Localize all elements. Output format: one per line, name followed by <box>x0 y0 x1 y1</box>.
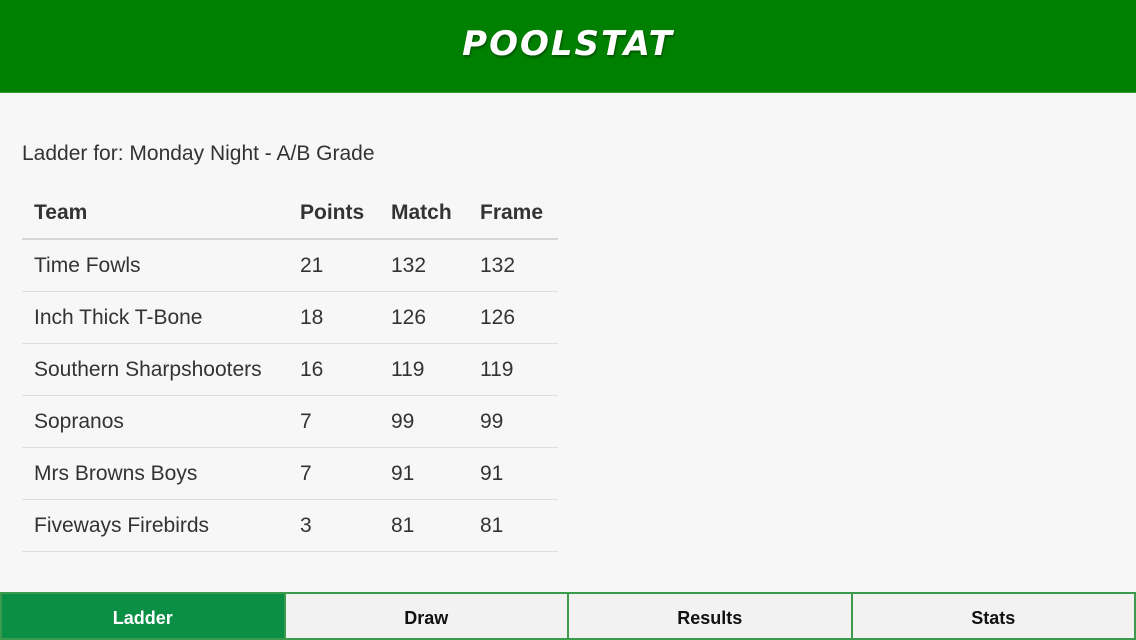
column-header-team: Team <box>22 188 300 240</box>
column-header-points: Points <box>300 188 391 240</box>
points-cell: 7 <box>300 395 391 448</box>
column-header-frame: Frame <box>480 188 558 240</box>
table-row: Time Fowls 21 132 132 <box>22 239 558 292</box>
points-cell: 18 <box>300 291 391 344</box>
team-name-cell: Southern Sharpshooters <box>22 343 300 396</box>
tab-draw[interactable]: Draw <box>284 592 568 640</box>
table-row: Southern Sharpshooters 16 119 119 <box>22 343 558 396</box>
match-cell: 99 <box>391 395 480 448</box>
ladder-table: Team Points Match Frame Time Fowls 21 13… <box>22 188 558 552</box>
points-cell: 16 <box>300 343 391 396</box>
bottom-tab-bar: Ladder Draw Results Stats <box>0 592 1136 640</box>
frame-cell: 126 <box>480 291 558 344</box>
frame-cell: 81 <box>480 499 558 552</box>
team-name-cell: Time Fowls <box>22 239 300 292</box>
table-row: Sopranos 7 99 99 <box>22 395 558 448</box>
tab-ladder[interactable]: Ladder <box>0 592 285 640</box>
team-name-cell: Fiveways Firebirds <box>22 499 300 552</box>
ladder-content: Ladder for: Monday Night - A/B Grade Tea… <box>0 93 1136 592</box>
team-name-cell: Mrs Browns Boys <box>22 447 300 500</box>
tab-stats[interactable]: Stats <box>851 592 1136 640</box>
frame-cell: 99 <box>480 395 558 448</box>
match-cell: 126 <box>391 291 480 344</box>
table-row: Inch Thick T-Bone 18 126 126 <box>22 291 558 344</box>
ladder-header-row: Team Points Match Frame <box>22 188 558 240</box>
ladder-title: Ladder for: Monday Night - A/B Grade <box>22 142 375 165</box>
poolstat-logo: POOLSTAT <box>462 24 674 64</box>
match-cell: 119 <box>391 343 480 396</box>
tab-results[interactable]: Results <box>568 592 852 640</box>
team-name-cell: Inch Thick T-Bone <box>22 291 300 344</box>
column-header-match: Match <box>391 188 480 240</box>
match-cell: 81 <box>391 499 480 552</box>
points-cell: 21 <box>300 239 391 292</box>
frame-cell: 132 <box>480 239 558 292</box>
frame-cell: 119 <box>480 343 558 396</box>
app-header: POOLSTAT <box>0 0 1136 93</box>
table-row: Fiveways Firebirds 3 81 81 <box>22 499 558 552</box>
team-name-cell: Sopranos <box>22 395 300 448</box>
points-cell: 7 <box>300 447 391 500</box>
match-cell: 91 <box>391 447 480 500</box>
points-cell: 3 <box>300 499 391 552</box>
table-row: Mrs Browns Boys 7 91 91 <box>22 447 558 500</box>
frame-cell: 91 <box>480 447 558 500</box>
match-cell: 132 <box>391 239 480 292</box>
